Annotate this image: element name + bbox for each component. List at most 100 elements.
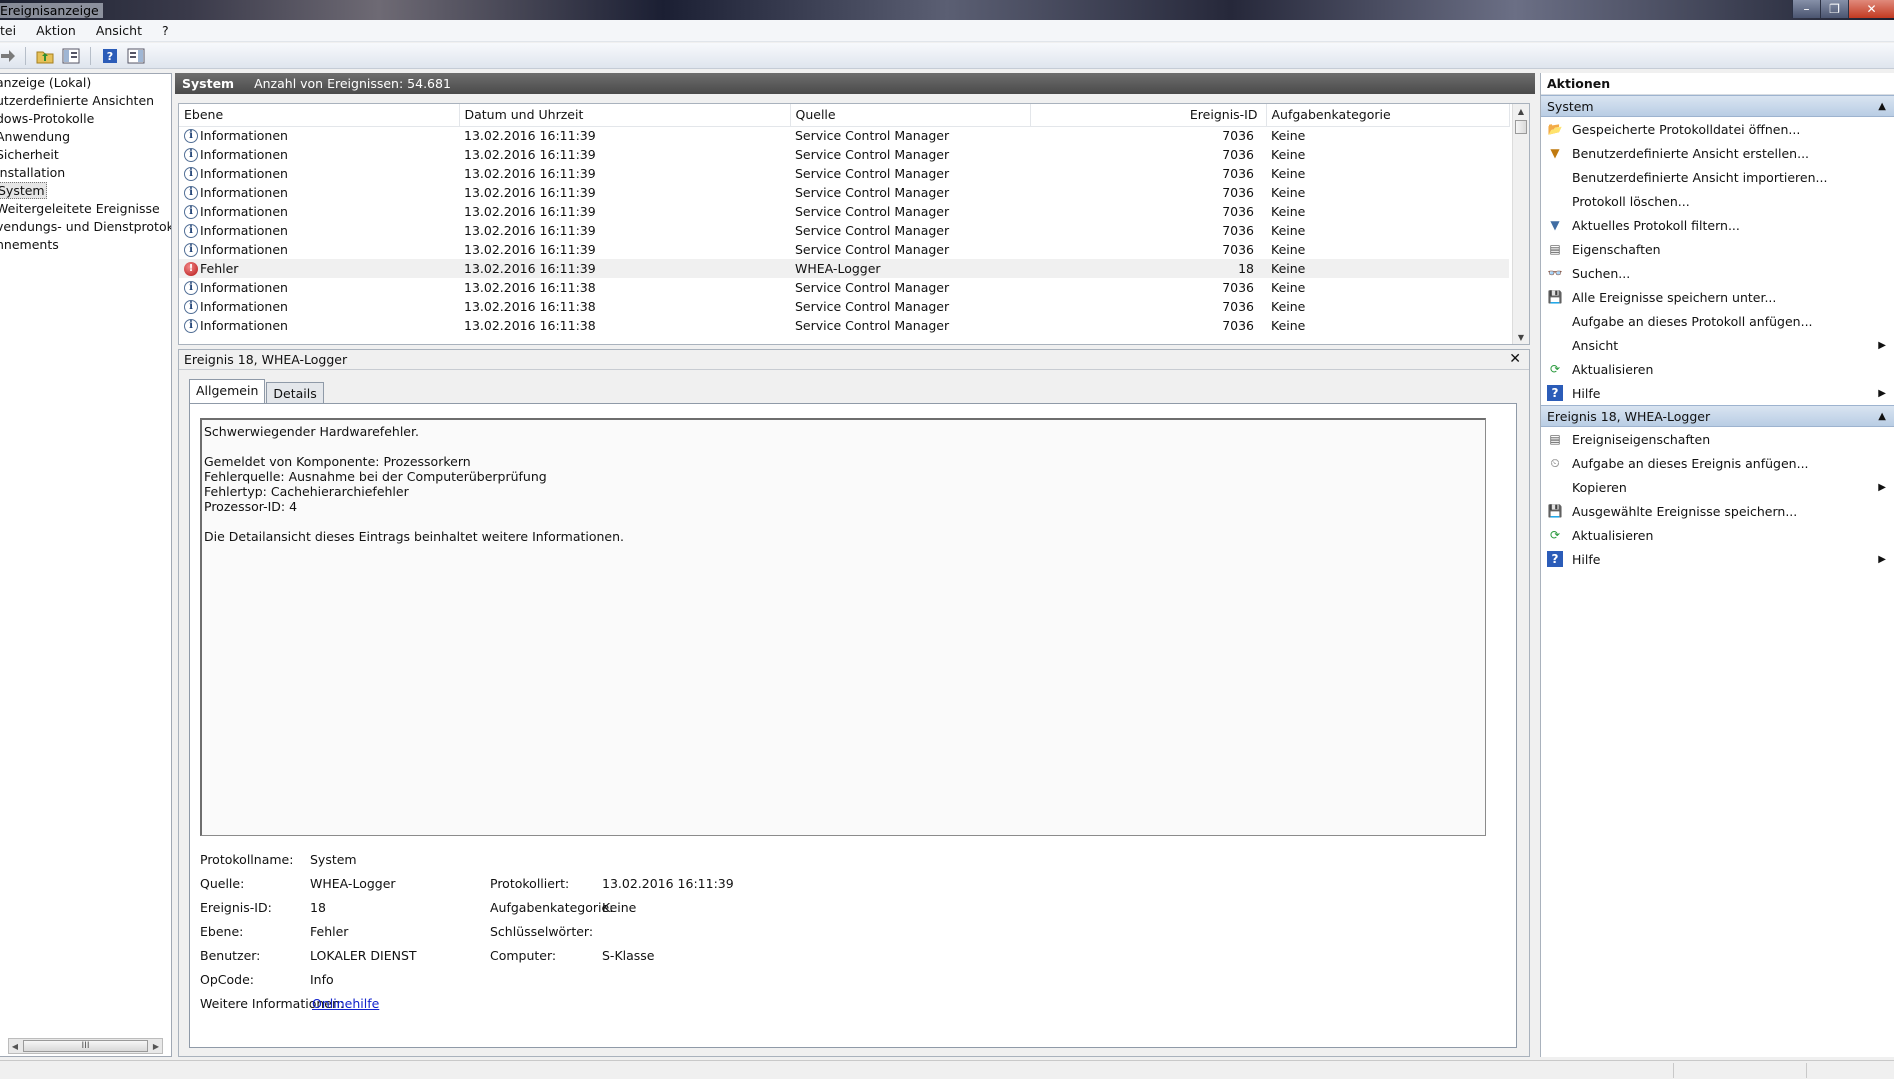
scroll-right-icon[interactable]: ▶ [150, 1039, 162, 1053]
action-item[interactable]: ? Hilfe ▶ [1541, 547, 1894, 571]
close-icon[interactable]: ✕ [1509, 351, 1521, 367]
info-icon: i [184, 166, 198, 181]
section-header-system[interactable]: System ▲ [1541, 95, 1894, 117]
column-header-quelle[interactable]: Quelle [790, 104, 1031, 127]
maximize-button[interactable]: ❐ [1820, 0, 1848, 18]
action-item[interactable]: ⟳ Aktualisieren [1541, 357, 1894, 381]
cell-date: 13.02.2016 16:11:39 [464, 242, 596, 257]
scroll-down-icon[interactable]: ▼ [1513, 330, 1529, 344]
scroll-thumb[interactable]: III [23, 1040, 148, 1052]
value-opcode: Info [310, 972, 334, 987]
action-item[interactable]: ▼ Benutzerdefinierte Ansicht erstellen... [1541, 141, 1894, 165]
event-list: Ebene Datum und Uhrzeit Quelle Ereignis-… [178, 103, 1530, 345]
action-pane-icon[interactable] [126, 46, 146, 66]
action-item[interactable]: Kopieren ▶ [1541, 475, 1894, 499]
submenu-arrow-icon: ▶ [1878, 339, 1886, 351]
section-header-event[interactable]: Ereignis 18, WHEA-Logger ▲ [1541, 405, 1894, 427]
scroll-up-icon[interactable]: ▲ [1513, 104, 1529, 118]
menu-help[interactable]: ? [150, 23, 177, 38]
action-item[interactable]: Benutzerdefinierte Ansicht importieren..… [1541, 165, 1894, 189]
action-label: Ausgewählte Ereignisse speichern... [1572, 503, 1798, 519]
center-pane: System Anzahl von Ereignissen: 54.681 Eb… [175, 73, 1535, 1057]
online-help-link[interactable]: Onlinehilfe [312, 996, 379, 1011]
tab-details[interactable]: Details [266, 382, 324, 403]
collapse-icon[interactable]: ▲ [1878, 101, 1886, 112]
scroll-thumb[interactable] [1515, 120, 1527, 134]
value-benutzer: LOKALER DIENST [310, 948, 417, 963]
message-line: Prozessor-ID: 4 [204, 499, 298, 514]
table-row[interactable]: i Informationen 13.02.2016 16:11:39 Service… [179, 145, 1509, 164]
tree-item-installation[interactable]: Installation [0, 164, 171, 182]
menu-datei[interactable]: tei [0, 23, 24, 38]
tree-item-forwarded[interactable]: Weitergeleitete Ereignisse [0, 200, 171, 218]
table-row[interactable]: i Informationen 13.02.2016 16:11:39 Service… [179, 202, 1509, 221]
detail-title: Ereignis 18, WHEA-Logger [179, 350, 1529, 370]
action-item[interactable]: ⏲ Aufgabe an dieses Ereignis anfügen... [1541, 451, 1894, 475]
tree-horizontal-scrollbar[interactable]: ◀ III ▶ [8, 1038, 163, 1054]
cell-source: Service Control Manager [795, 128, 950, 144]
table-row[interactable]: i Informationen 13.02.2016 16:11:38 Service… [179, 297, 1509, 316]
table-row[interactable]: i Informationen 13.02.2016 16:11:39 Service… [179, 240, 1509, 259]
column-header-datum[interactable]: Datum und Uhrzeit [459, 104, 791, 127]
cell-event-id: 7036 [1222, 242, 1254, 257]
action-item[interactable]: ▤ Ereigniseigenschaften [1541, 427, 1894, 451]
table-row[interactable]: ! Fehler 13.02.2016 16:11:39 WHEA-Logger 18 K… [179, 259, 1509, 278]
action-item[interactable]: 👓 Suchen... [1541, 261, 1894, 285]
info-icon: i [184, 147, 198, 162]
forward-arrow-icon[interactable] [0, 46, 16, 66]
tree-item-system[interactable]: System [0, 182, 171, 200]
log-name: System [182, 76, 235, 91]
action-item[interactable]: 📂 Gespeicherte Protokolldatei öffnen... [1541, 117, 1894, 141]
tree-item-app-service-logs[interactable]: vendungs- und Dienstprotokolle [0, 218, 171, 236]
action-item[interactable]: ⟳ Aktualisieren [1541, 523, 1894, 547]
cell-date: 13.02.2016 16:11:39 [464, 166, 596, 181]
tree-item-anwendung[interactable]: Anwendung [0, 128, 171, 146]
action-item[interactable]: ▼ Aktuelles Protokoll filtern... [1541, 213, 1894, 237]
column-header-ereignis-id[interactable]: Ereignis-ID [1030, 104, 1267, 127]
table-row[interactable]: i Informationen 13.02.2016 16:11:39 Service… [179, 183, 1509, 202]
action-item[interactable]: Ansicht ▶ [1541, 333, 1894, 357]
tree-item-root[interactable]: anzeige (Lokal) [0, 74, 171, 92]
action-item[interactable]: Protokoll löschen... [1541, 189, 1894, 213]
action-item[interactable]: 💾 Ausgewählte Ereignisse speichern... [1541, 499, 1894, 523]
table-row[interactable]: i Informationen 13.02.2016 16:11:39 Service… [179, 126, 1509, 145]
action-item[interactable]: Aufgabe an dieses Protokoll anfügen... [1541, 309, 1894, 333]
action-item[interactable]: 💾 Alle Ereignisse speichern unter... [1541, 285, 1894, 309]
event-list-scrollbar[interactable]: ▲ ▼ [1512, 104, 1529, 344]
column-header-aufgabenkategorie[interactable]: Aufgabenkategorie [1266, 104, 1510, 127]
action-label: Hilfe [1572, 385, 1601, 401]
cell-level: i Informationen [179, 316, 459, 335]
tree-item-subscriptions[interactable]: nnements [0, 236, 171, 254]
action-item[interactable]: ? Hilfe ▶ [1541, 381, 1894, 405]
table-row[interactable]: i Informationen 13.02.2016 16:11:38 Service… [179, 316, 1509, 335]
column-header-ebene[interactable]: Ebene [179, 104, 460, 127]
tree-item-custom-views[interactable]: utzerdefinierte Ansichten [0, 92, 171, 110]
minimize-button[interactable]: – [1792, 0, 1820, 18]
info-icon: i [184, 280, 198, 295]
close-button[interactable]: ✕ [1848, 0, 1894, 18]
cell-source: Service Control Manager [795, 299, 950, 314]
value-quelle: WHEA-Logger [310, 876, 396, 891]
show-hide-tree-icon[interactable] [61, 46, 81, 66]
table-row[interactable]: i Informationen 13.02.2016 16:11:39 Service… [179, 164, 1509, 183]
collapse-icon[interactable]: ▲ [1878, 411, 1886, 422]
menu-ansicht[interactable]: Ansicht [84, 23, 150, 38]
table-row[interactable]: i Informationen 13.02.2016 16:11:38 Service… [179, 278, 1509, 297]
action-item[interactable]: ▤ Eigenschaften [1541, 237, 1894, 261]
event-message[interactable]: Schwerwiegender Hardwarefehler. Gemeldet… [200, 418, 1486, 836]
open-log-icon: 📂 [1547, 122, 1563, 136]
table-row[interactable]: i Informationen 13.02.2016 16:11:39 Service… [179, 221, 1509, 240]
help-icon: ? [1547, 551, 1563, 567]
tree-item-windows-logs[interactable]: dows-Protokolle [0, 110, 171, 128]
up-folder-icon[interactable] [35, 46, 55, 66]
menu-aktion[interactable]: Aktion [24, 23, 84, 38]
action-label: Aufgabe an dieses Protokoll anfügen... [1572, 313, 1813, 329]
tree-item-sicherheit[interactable]: Sicherheit [0, 146, 171, 164]
value-protokolliert: 13.02.2016 16:11:39 [602, 876, 734, 891]
cell-event-id: 7036 [1222, 318, 1254, 333]
label-ebene: Ebene: [200, 924, 244, 939]
value-ebene: Fehler [310, 924, 349, 939]
tab-allgemein[interactable]: Allgemein [189, 379, 266, 403]
help-icon[interactable]: ? [100, 46, 120, 66]
scroll-left-icon[interactable]: ◀ [9, 1039, 21, 1053]
